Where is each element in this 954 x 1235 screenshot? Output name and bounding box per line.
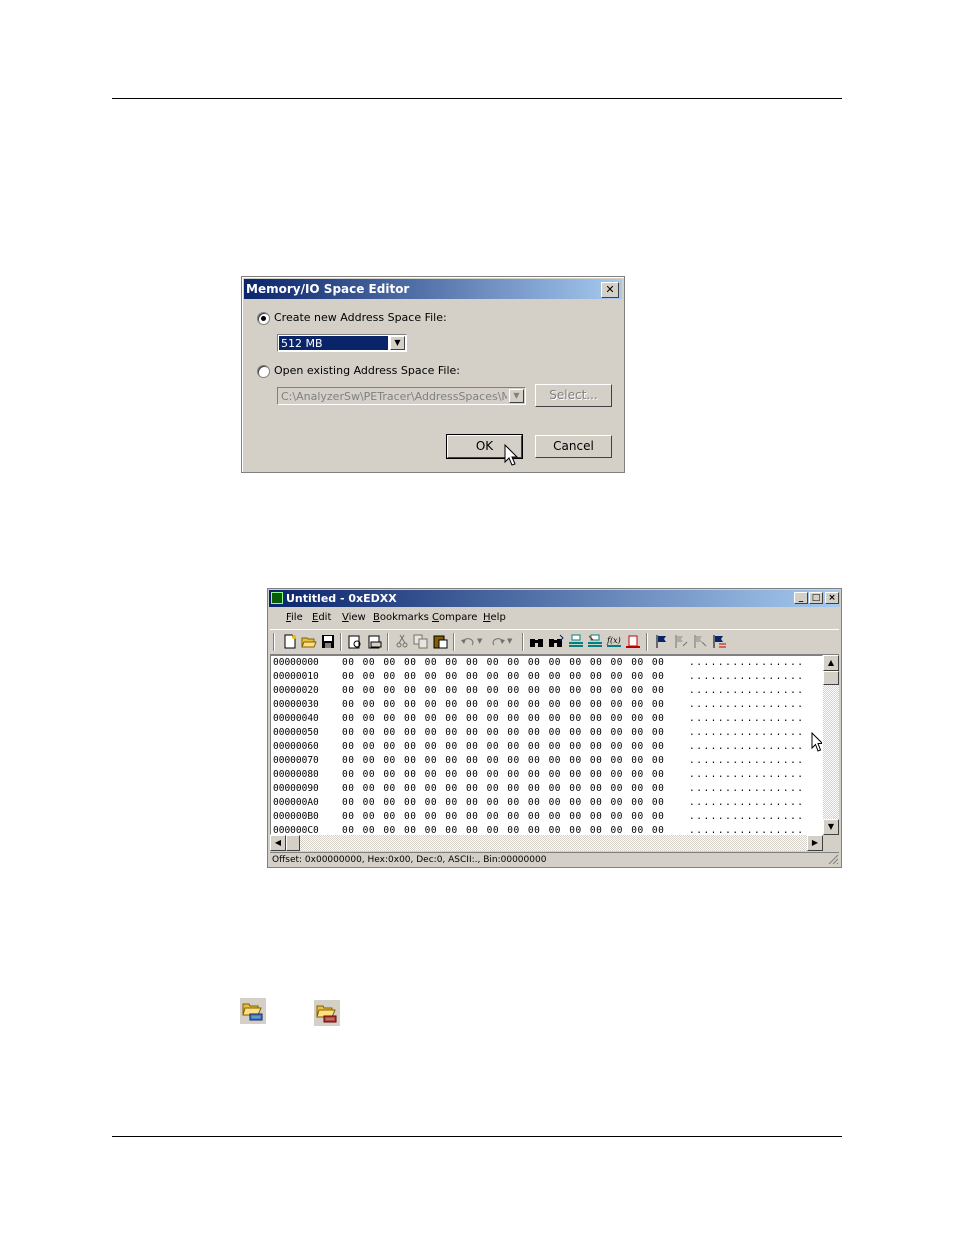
maximize-icon: □ (811, 593, 821, 603)
clear-icon[interactable] (625, 634, 641, 649)
address-space-size-value: 512 MB (279, 336, 388, 350)
hex-editor-title: Untitled - 0xEDXX (286, 592, 397, 605)
toolbar-separator (522, 633, 524, 651)
existing-file-path-value: C:\AnalyzerSw\PETracer\AddressSpaces\Me (281, 390, 507, 403)
find-icon[interactable] (529, 634, 545, 649)
paste-icon[interactable] (432, 634, 448, 649)
close-button[interactable]: × (825, 592, 839, 604)
status-bar: Offset: 0x00000000, Hex:0x00, Dec:0, ASC… (270, 852, 839, 868)
insert-block-icon[interactable] (568, 634, 584, 649)
scroll-left-icon[interactable]: ◀ (270, 835, 286, 851)
menu-help[interactable]: Help (483, 612, 506, 623)
menu-bar: File Edit View Bookmarks Compare Help (270, 609, 839, 628)
bookmark-list-icon[interactable] (711, 634, 727, 649)
undo-icon[interactable] (460, 634, 476, 649)
redo-dropdown-icon[interactable]: ▼ (507, 634, 523, 649)
mouse-pointer-icon (504, 444, 519, 466)
save-icon[interactable] (320, 634, 336, 649)
toolbar-separator (387, 633, 389, 651)
chevron-down-icon[interactable]: ▼ (390, 336, 405, 350)
bookmark-flag-icon[interactable] (654, 634, 670, 649)
menu-edit[interactable]: Edit (312, 612, 331, 623)
header-rule (112, 98, 842, 99)
next-bookmark-icon[interactable] (692, 634, 708, 649)
function-icon[interactable]: f(x) (606, 634, 622, 649)
existing-file-path-select[interactable]: C:\AnalyzerSw\PETracer\AddressSpaces\Me … (277, 387, 526, 405)
open-existing-label: Open existing Address Space File: (274, 364, 461, 377)
footer-rule (112, 1136, 842, 1137)
delete-block-icon[interactable] (587, 634, 603, 649)
redo-icon[interactable] (490, 634, 506, 649)
find-next-icon[interactable] (548, 634, 564, 649)
mouse-pointer-icon (811, 732, 822, 752)
select-button[interactable]: Select... (535, 384, 612, 407)
cut-icon[interactable] (394, 634, 410, 649)
app-icon (271, 592, 283, 604)
open-existing-radio[interactable] (257, 365, 270, 378)
chevron-down-icon[interactable]: ▼ (509, 389, 524, 403)
resize-grip-icon[interactable] (827, 853, 839, 865)
menu-file[interactable]: File (286, 612, 303, 623)
close-icon: × (828, 593, 836, 603)
menu-view[interactable]: View (342, 612, 366, 623)
prev-bookmark-icon[interactable] (673, 634, 689, 649)
open-address-space-icon (240, 998, 266, 1024)
open-address-space-alt-icon (314, 1000, 340, 1026)
vertical-scrollbar[interactable]: ▲ ▼ (823, 655, 839, 835)
memory-io-space-editor-dialog: Memory/IO Space Editor ✕ Create new Addr… (241, 276, 625, 473)
maximize-button[interactable]: □ (809, 592, 823, 604)
print-preview-icon[interactable] (347, 634, 363, 649)
horizontal-scrollbar[interactable]: ◀ ▶ (270, 835, 823, 851)
horizontal-scroll-thumb[interactable] (286, 835, 300, 851)
svg-text:f(x): f(x) (606, 636, 621, 645)
address-space-size-select[interactable]: 512 MB ▼ (277, 334, 407, 352)
toolbar-separator (453, 633, 455, 651)
menu-bookmarks[interactable]: Bookmarks (373, 612, 429, 623)
close-icon: ✕ (605, 283, 615, 296)
minimize-icon: _ (798, 593, 804, 603)
copy-icon[interactable] (413, 634, 429, 649)
cancel-button[interactable]: Cancel (535, 435, 612, 458)
hex-editor-window: Untitled - 0xEDXX _ □ × File Edit View B… (267, 588, 842, 868)
scroll-up-icon[interactable]: ▲ (823, 655, 839, 671)
print-icon[interactable] (367, 634, 383, 649)
dialog-title: Memory/IO Space Editor (246, 282, 410, 296)
toolbar-separator (340, 633, 342, 651)
open-folder-icon[interactable] (301, 634, 317, 649)
create-new-radio[interactable] (257, 312, 270, 325)
close-button[interactable]: ✕ (601, 282, 619, 298)
hex-editor-titlebar: Untitled - 0xEDXX _ □ × (269, 590, 840, 607)
hex-view[interactable]: 00000000 00 00 00 00 00 00 00 00 00 00 00… (270, 655, 823, 835)
scroll-right-icon[interactable]: ▶ (807, 835, 823, 851)
toolbar: ▼ ▼ f(x) (270, 629, 839, 655)
toolbar-separator (646, 633, 648, 651)
create-new-label: Create new Address Space File: (274, 311, 447, 324)
menu-compare[interactable]: Compare (432, 612, 477, 623)
dialog-titlebar: Memory/IO Space Editor ✕ (244, 279, 622, 299)
minimize-button[interactable]: _ (794, 592, 808, 604)
toolbar-grip (273, 633, 275, 651)
vertical-scroll-thumb[interactable] (823, 671, 839, 685)
scroll-down-icon[interactable]: ▼ (823, 819, 839, 835)
new-file-icon[interactable] (282, 634, 298, 649)
